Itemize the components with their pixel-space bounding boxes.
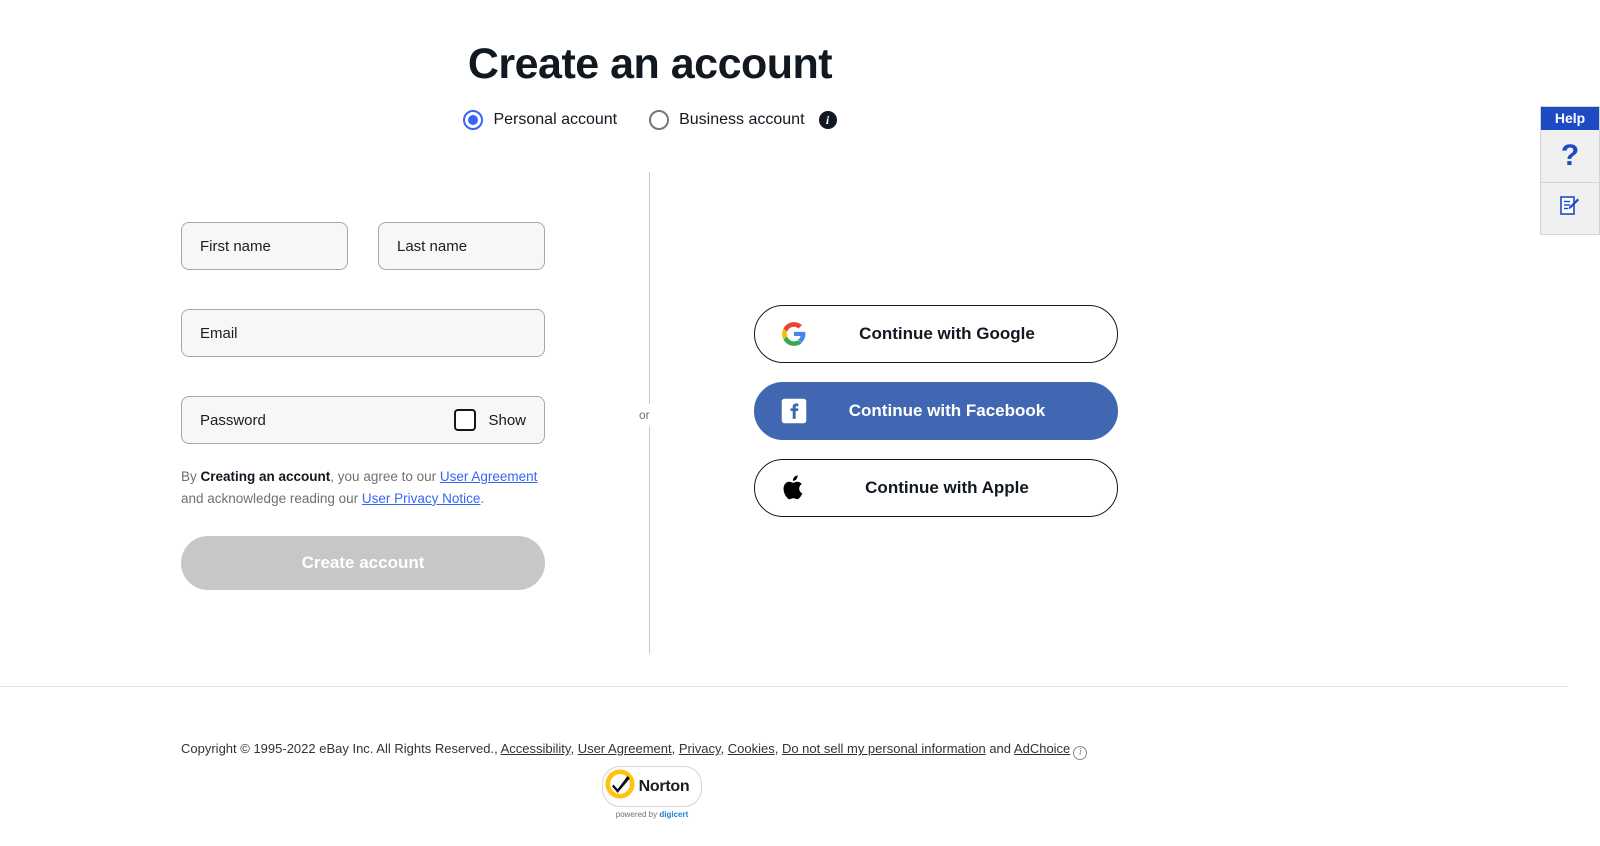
legal-prefix: By	[181, 469, 201, 484]
legal-suffix: .	[480, 490, 485, 506]
legal-mid-1: , you agree to our	[330, 469, 440, 484]
footer-link-do-not-sell[interactable]: Do not sell my personal information	[782, 741, 986, 756]
apple-button-label: Continue with Apple	[865, 478, 1029, 497]
footer-link-accessibility[interactable]: Accessibility	[501, 741, 571, 756]
footer-sep-4: ,	[774, 741, 782, 756]
email-input[interactable]: Email	[181, 309, 545, 357]
apple-icon	[777, 471, 811, 505]
footer-sep-3: ,	[720, 741, 728, 756]
continue-with-facebook-button[interactable]: Continue with Facebook	[754, 382, 1118, 440]
norton-checkmark-icon	[605, 769, 635, 804]
footer-link-user-agreement[interactable]: User Agreement	[578, 741, 672, 756]
continue-with-google-button[interactable]: Continue with Google	[754, 305, 1118, 363]
signup-form: First name Last name Email Password Show…	[181, 222, 545, 590]
footer-link-privacy[interactable]: Privacy	[679, 741, 721, 756]
help-widget-header[interactable]: Help	[1541, 107, 1599, 130]
powered-by-prefix: powered by	[615, 810, 660, 819]
email-placeholder: Email	[200, 324, 238, 342]
norton-powered-by: powered by digicert	[600, 810, 704, 819]
help-widget: Help ?	[1540, 106, 1600, 235]
last-name-placeholder: Last name	[397, 237, 468, 255]
legal-mid-2: and acknowledge reading our	[181, 490, 362, 506]
create-account-button[interactable]: Create account	[181, 535, 545, 590]
norton-pill: Norton	[601, 766, 703, 807]
name-row: First name Last name	[181, 222, 545, 270]
footer-sep-2: ,	[671, 741, 679, 756]
radio-personal-account[interactable]	[463, 110, 484, 130]
social-login-group: Continue with Google Continue with Faceb…	[754, 305, 1118, 536]
show-password-checkbox[interactable]	[454, 409, 477, 431]
footer: Copyright © 1995-2022 eBay Inc. All Righ…	[181, 741, 1088, 760]
legal-bold: Creating an account	[200, 469, 331, 484]
question-mark-icon: ?	[1560, 139, 1580, 172]
facebook-button-label: Continue with Facebook	[848, 401, 1046, 420]
help-feedback-button[interactable]	[1541, 182, 1599, 234]
user-agreement-link[interactable]: User Agreement	[440, 469, 538, 484]
footer-link-adchoice[interactable]: AdChoice	[1014, 741, 1070, 756]
or-label: or	[637, 404, 652, 426]
user-privacy-notice-link[interactable]: User Privacy Notice	[362, 491, 481, 506]
show-password-label: Show	[488, 411, 526, 429]
footer-sep-1: ,	[570, 741, 578, 756]
norton-label: Norton	[638, 777, 690, 795]
last-name-input[interactable]: Last name	[378, 222, 545, 270]
password-placeholder: Password	[200, 411, 266, 429]
first-name-placeholder: First name	[200, 237, 271, 255]
first-name-input[interactable]: First name	[181, 222, 348, 270]
radio-label-personal: Personal account	[493, 111, 618, 128]
show-password-toggle[interactable]: Show	[454, 409, 526, 431]
radio-option-business[interactable]: Business account i	[649, 110, 837, 130]
info-icon[interactable]: i	[818, 111, 837, 129]
footer-link-cookies[interactable]: Cookies	[728, 741, 775, 756]
feedback-pencil-icon	[1558, 194, 1582, 223]
facebook-icon	[777, 394, 811, 428]
footer-divider	[0, 686, 1568, 687]
radio-option-personal[interactable]: Personal account	[463, 110, 617, 130]
footer-copyright: Copyright © 1995-2022 eBay Inc. All Righ…	[181, 741, 495, 756]
digicert-label: digicert	[659, 810, 689, 819]
page-title: Create an account	[467, 40, 833, 88]
adchoice-info-icon[interactable]: i	[1073, 745, 1088, 760]
continue-with-apple-button[interactable]: Continue with Apple	[754, 459, 1118, 517]
footer-and: and	[985, 741, 1014, 756]
google-icon	[777, 317, 811, 351]
radio-business-account[interactable]	[649, 110, 670, 130]
google-button-label: Continue with Google	[859, 324, 1035, 343]
password-input[interactable]: Password Show	[181, 396, 545, 444]
norton-badge: Norton powered by digicert	[600, 766, 704, 819]
radio-label-business: Business account	[679, 111, 805, 128]
help-question-button[interactable]: ?	[1541, 130, 1599, 182]
legal-agreement-text: By Creating an account, you agree to our…	[181, 466, 541, 510]
signup-page: Create an account Personal account Busin…	[0, 0, 1600, 846]
account-type-selector: Personal account Business account i	[0, 110, 1300, 130]
